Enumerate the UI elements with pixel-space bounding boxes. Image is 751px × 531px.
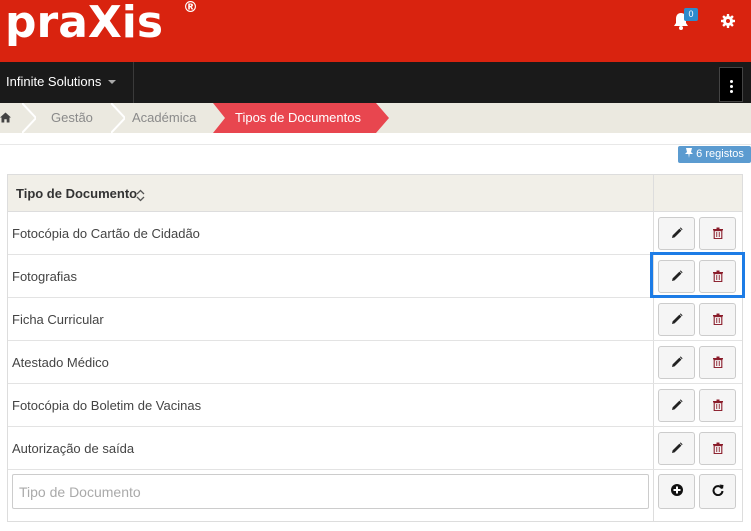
top-navbar: Infinite Solutions xyxy=(0,62,751,103)
delete-button[interactable] xyxy=(699,217,736,250)
breadcrumb-separator xyxy=(22,103,36,133)
refresh-button[interactable] xyxy=(699,474,736,509)
refresh-icon xyxy=(712,484,724,496)
new-entry-row xyxy=(8,470,742,521)
registered-mark: ® xyxy=(183,0,198,16)
document-type-name: Autorização de saída xyxy=(12,441,135,456)
praxis-logo[interactable]: praXis ® xyxy=(5,0,198,48)
delete-button[interactable] xyxy=(699,389,736,422)
add-button[interactable] xyxy=(658,474,695,509)
delete-button[interactable] xyxy=(699,303,736,336)
new-document-type-input[interactable] xyxy=(12,474,649,509)
add-circle-icon xyxy=(671,484,683,496)
trash-icon xyxy=(713,442,723,454)
table-row: Ficha Curricular xyxy=(8,298,742,341)
edit-button[interactable] xyxy=(658,432,695,465)
trash-icon xyxy=(713,399,723,411)
divider xyxy=(0,144,751,145)
pin-icon xyxy=(685,148,694,158)
document-type-name: Fotografias xyxy=(12,269,78,284)
table-row: Autorização de saída xyxy=(8,427,742,470)
table-row: Atestado Médico xyxy=(8,341,742,384)
pencil-icon xyxy=(672,356,683,367)
records-count-badge: 6 registos xyxy=(678,146,751,163)
sort-icon[interactable] xyxy=(136,189,145,202)
trash-icon xyxy=(713,356,723,368)
breadcrumb-item-academica[interactable]: Académica xyxy=(132,103,196,133)
column-header-tipo-documento[interactable]: Tipo de Documento xyxy=(16,175,137,212)
breadcrumb: Gestão Académica Tipos de Documentos xyxy=(0,103,751,133)
home-icon[interactable] xyxy=(0,112,11,123)
pencil-icon xyxy=(672,313,683,324)
breadcrumb-active-label: Tipos de Documentos xyxy=(235,110,361,125)
kebab-menu-button[interactable] xyxy=(719,67,743,102)
table-header: Tipo de Documento xyxy=(8,175,742,212)
edit-button[interactable] xyxy=(658,346,695,379)
document-type-name: Fotocópia do Boletim de Vacinas xyxy=(12,398,202,413)
trash-icon xyxy=(713,227,723,239)
document-type-name: Ficha Curricular xyxy=(12,312,104,327)
notifications-badge: 0 xyxy=(684,8,698,21)
document-types-table: Tipo de Documento Fotocópia do Cartão de… xyxy=(7,174,743,522)
edit-button[interactable] xyxy=(658,389,695,422)
edit-button[interactable] xyxy=(658,217,695,250)
organization-dropdown[interactable]: Infinite Solutions xyxy=(0,62,134,103)
app-header: praXis ® 0 xyxy=(0,0,751,62)
breadcrumb-item-gestao[interactable]: Gestão xyxy=(51,103,93,133)
edit-button[interactable] xyxy=(658,303,695,336)
table-row: Fotocópia do Boletim de Vacinas xyxy=(8,384,742,427)
records-count-label: 6 registos xyxy=(696,148,744,160)
logo-text: praXis xyxy=(5,0,164,48)
table-row: Fotografias xyxy=(8,255,742,298)
chevron-down-icon xyxy=(108,80,117,84)
breadcrumb-item-active: Tipos de Documentos xyxy=(213,103,389,133)
gear-icon[interactable] xyxy=(720,13,736,29)
pencil-icon xyxy=(672,227,683,238)
delete-button[interactable] xyxy=(699,432,736,465)
table-row: Fotocópia do Cartão de Cidadão xyxy=(8,212,742,255)
breadcrumb-separator xyxy=(111,103,125,133)
pencil-icon xyxy=(672,442,683,453)
document-type-name: Fotocópia do Cartão de Cidadão xyxy=(12,226,200,241)
selection-highlight xyxy=(650,252,745,298)
trash-icon xyxy=(713,313,723,325)
organization-name: Infinite Solutions xyxy=(6,74,102,89)
document-type-name: Atestado Médico xyxy=(12,355,109,370)
delete-button[interactable] xyxy=(699,346,736,379)
pencil-icon xyxy=(672,399,683,410)
